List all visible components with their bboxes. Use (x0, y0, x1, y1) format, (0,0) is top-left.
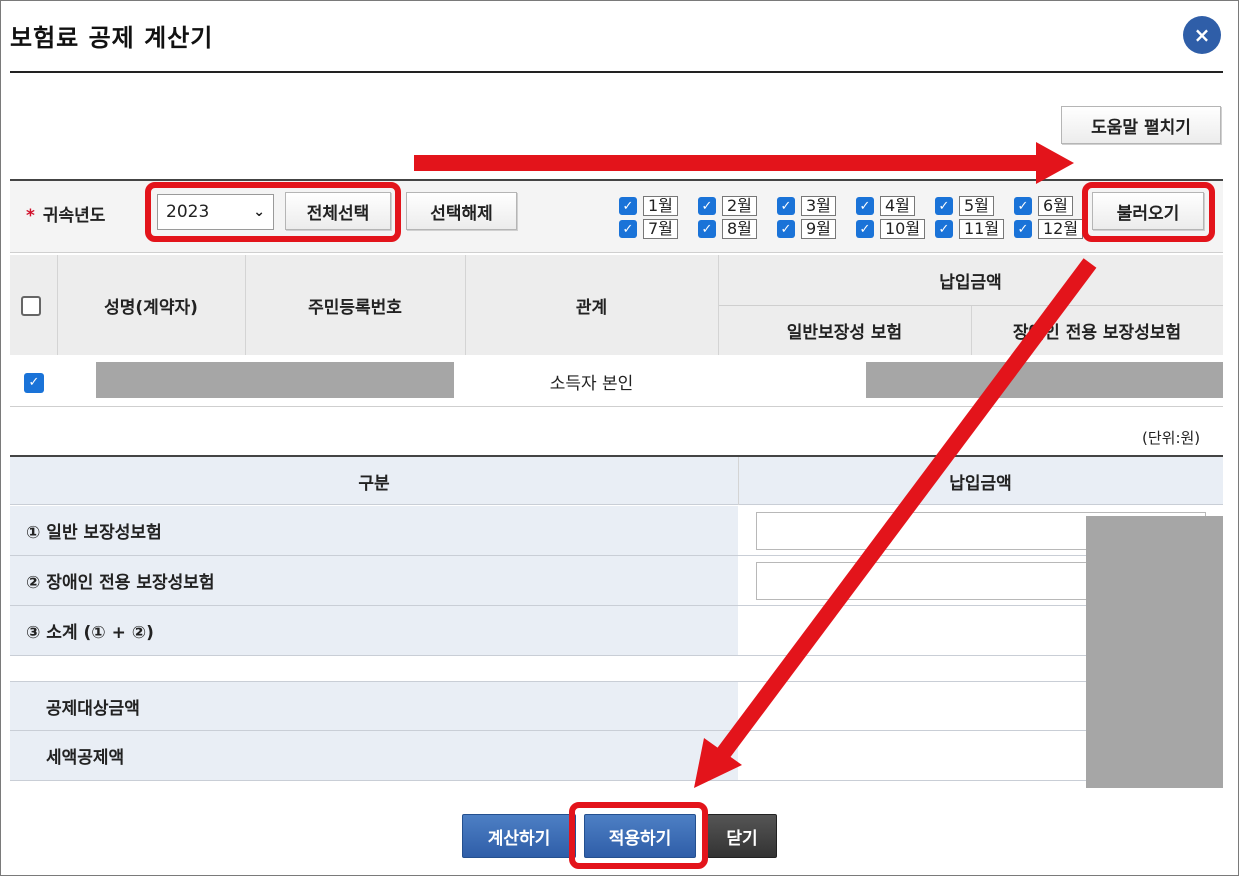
col-general-header: 일반보장성 보험 (786, 323, 903, 343)
month-checkbox-1[interactable]: ✓ 1월 (619, 196, 678, 216)
month-checkbox-8[interactable]: ✓ 8월 (698, 219, 757, 239)
year-label-text: 귀속년도 (42, 206, 106, 226)
dialog-title: 보험료 공제 계산기 (10, 24, 214, 52)
redacted-amount (866, 362, 1223, 398)
redacted-personal-info (96, 362, 454, 398)
checkbox-icon[interactable]: ✓ (619, 197, 637, 215)
month-label: 3월 (801, 196, 836, 216)
deselect-button[interactable]: 선택해제 (406, 192, 517, 230)
checkbox-icon[interactable]: ✓ (935, 197, 953, 215)
required-mark: * (26, 206, 35, 226)
col-disabled-header: 장애인 전용 보장성보험 (1012, 323, 1182, 343)
col-rrn-header: 주민등록번호 (308, 297, 402, 318)
close-icon[interactable]: × (1183, 16, 1221, 54)
summary-col-paid: 납입금액 (949, 473, 1012, 494)
select-all-rows-checkbox[interactable] (20, 295, 42, 317)
month-checkbox-9[interactable]: ✓ 9월 (777, 219, 836, 239)
col-paid-header: 납입금액 (939, 272, 1002, 293)
checkbox-icon[interactable]: ✓ (935, 220, 953, 238)
month-checkbox-10[interactable]: ✓ 10월 (856, 219, 926, 239)
summary-row-general: ① 일반 보장성보험 (10, 506, 738, 556)
month-checkbox-12[interactable]: ✓ 12월 (1014, 219, 1084, 239)
summary-row-subtotal: ③ 소계 (① + ②) (10, 606, 738, 656)
checkbox-icon[interactable]: ✓ (777, 220, 795, 238)
checkbox-icon[interactable]: ✓ (1014, 220, 1032, 238)
month-checkbox-11[interactable]: ✓ 11월 (935, 219, 1005, 239)
month-checkbox-6[interactable]: ✓ 6월 (1014, 196, 1073, 216)
checkbox-icon[interactable]: ✓ (856, 220, 874, 238)
highlight-year-selectall (145, 182, 401, 242)
summary-col-category: 구분 (358, 473, 390, 494)
col-relation-header: 관계 (575, 297, 608, 318)
redacted-summary-values (1086, 516, 1223, 788)
month-label: 5월 (959, 196, 994, 216)
row-relation-cell: 소득자 본인 (549, 373, 634, 394)
checkbox-icon[interactable]: ✓ (1014, 197, 1032, 215)
year-label: * 귀속년도 (26, 201, 105, 226)
checkbox-icon[interactable]: ✓ (619, 220, 637, 238)
summary-row-deductible: 공제대상금액 (10, 681, 738, 731)
highlight-apply (569, 802, 708, 869)
month-label: 12월 (1038, 219, 1084, 239)
help-expand-button[interactable]: 도움말 펼치기 (1061, 106, 1221, 144)
month-label: 8월 (722, 219, 757, 239)
calculate-button[interactable]: 계산하기 (462, 814, 576, 858)
month-label: 9월 (801, 219, 836, 239)
col-divider (971, 306, 972, 355)
close-button[interactable]: 닫기 (707, 814, 777, 858)
month-label: 7월 (643, 219, 678, 239)
summary-row-tax-credit: 세액공제액 (10, 731, 738, 781)
month-checkbox-5[interactable]: ✓ 5월 (935, 196, 994, 216)
month-checkbox-3[interactable]: ✓ 3월 (777, 196, 836, 216)
month-label: 1월 (643, 196, 678, 216)
month-label: 10월 (880, 219, 926, 239)
month-label: 11월 (959, 219, 1005, 239)
summary-row-disabled: ② 장애인 전용 보장성보험 (10, 556, 738, 606)
month-checkbox-2[interactable]: ✓ 2월 (698, 196, 757, 216)
month-checkbox-4[interactable]: ✓ 4월 (856, 196, 915, 216)
title-divider (10, 71, 1223, 73)
checkbox-icon[interactable]: ✓ (698, 220, 716, 238)
unit-label: (단위:원) (1142, 429, 1201, 447)
month-label: 4월 (880, 196, 915, 216)
checkbox-icon[interactable]: ✓ (698, 197, 716, 215)
month-label: 2월 (722, 196, 757, 216)
col-name-header: 성명(계약자) (104, 297, 198, 318)
checkbox-icon[interactable]: ✓ (856, 197, 874, 215)
highlight-load (1082, 182, 1215, 242)
checkbox-icon[interactable]: ✓ (777, 197, 795, 215)
month-checkbox-7[interactable]: ✓ 7월 (619, 219, 678, 239)
row-checkbox[interactable]: ✓ (24, 371, 44, 393)
month-label: 6월 (1038, 196, 1073, 216)
